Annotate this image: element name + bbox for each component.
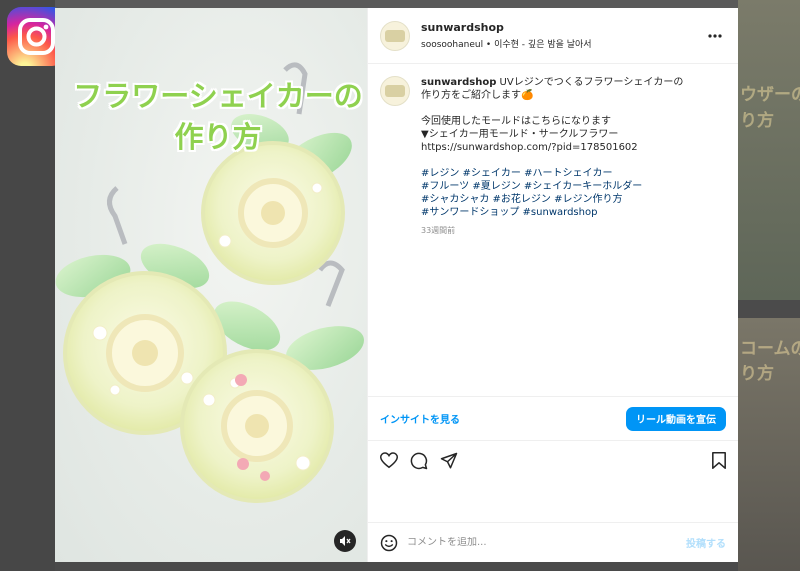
overlay-title-line: フラワーシェイカーの [73,79,363,113]
comment-button[interactable] [410,446,440,476]
avatar[interactable] [380,20,410,51]
reel-video[interactable]: フラワーシェイカーの 作り方 [55,8,367,562]
audio-attribution[interactable]: soosoohaneul • 이수현 - 깊은 밤을 날아서 [421,37,704,50]
action-bar [368,440,738,480]
background-feed-left [0,0,55,571]
volume-muted-icon [340,536,351,546]
shaker-charm [201,141,345,285]
background-thumbnail-text: ウザーの [740,85,800,105]
insights-bar: インサイトを見る リール動画を宣伝 [368,396,738,440]
background-thumbnail-text: り方 [740,364,774,384]
caption-text: sunwardshop UVレジンでつくるフラワーシェイカーの 作り方をご紹介し… [421,76,683,396]
emoji-icon[interactable] [380,534,398,552]
share-icon [440,452,458,468]
post-details-panel: sunwardshop soosoohaneul • 이수현 - 깊은 밤을 날… [367,8,738,562]
background-feed-top [55,0,738,8]
comment-input[interactable] [407,537,686,548]
hashtag-line[interactable]: #シャカシャカ #お花レジン #レジン作り方 [421,193,683,206]
post-comment-button[interactable]: 投稿する [686,535,726,550]
save-button[interactable] [696,446,726,476]
hashtag-line[interactable]: #フルーツ #夏レジン #シェイカーキーホルダー [421,180,683,193]
post-timestamp: 33週間前 [421,226,456,235]
caption-line: ▼シェイカー用モールド・サークルフラワー [421,129,619,140]
bookmark-icon [712,452,726,469]
instagram-icon [18,18,55,55]
comment-icon [410,452,428,469]
more-horizontal-icon [708,33,722,38]
caption-line: 作り方をご紹介します🍊 [421,90,534,101]
post-header: sunwardshop soosoohaneul • 이수현 - 깊은 밤을 날… [368,8,738,64]
caption-username[interactable]: sunwardshop [421,77,496,88]
video-overlay-title: フラワーシェイカーの 作り方 [73,76,363,158]
comment-bar: 投稿する [368,522,738,562]
post-modal: フラワーシェイカーの 作り方 sunwardshop soosoohaneul … [55,8,738,562]
author-username[interactable]: sunwardshop [421,21,704,34]
caption-section: sunwardshop UVレジンでつくるフラワーシェイカーの 作り方をご紹介し… [368,64,738,396]
mute-button[interactable] [334,530,356,552]
background-thumbnail-text: り方 [740,111,774,131]
caption-line: UVレジンでつくるフラワーシェイカーの [496,77,684,88]
heart-icon [380,452,398,469]
overlay-title-line: 作り方 [174,120,262,154]
shaker-charm [180,349,334,503]
background-feed-bottom [55,562,738,571]
background-post-thumbnail[interactable] [738,0,800,300]
like-button[interactable] [380,446,410,476]
more-options-button[interactable] [704,25,726,47]
promote-reel-button[interactable]: リール動画を宣伝 [626,406,726,431]
caption-link[interactable]: https://sunwardshop.com/?pid=178501602 [421,141,683,154]
share-button[interactable] [440,446,470,476]
hashtag-line[interactable]: #サンワードショップ #sunwardshop [421,206,683,219]
caption-avatar[interactable] [380,76,410,106]
view-insights-link[interactable]: インサイトを見る [380,411,460,426]
background-thumbnail-text: コームの [740,339,800,359]
likes-area [368,480,738,522]
caption-line: 今回使用したモールドはこちらになります [421,116,611,127]
hashtag-line[interactable]: #レジン #シェイカー #ハートシェイカー [421,167,683,180]
